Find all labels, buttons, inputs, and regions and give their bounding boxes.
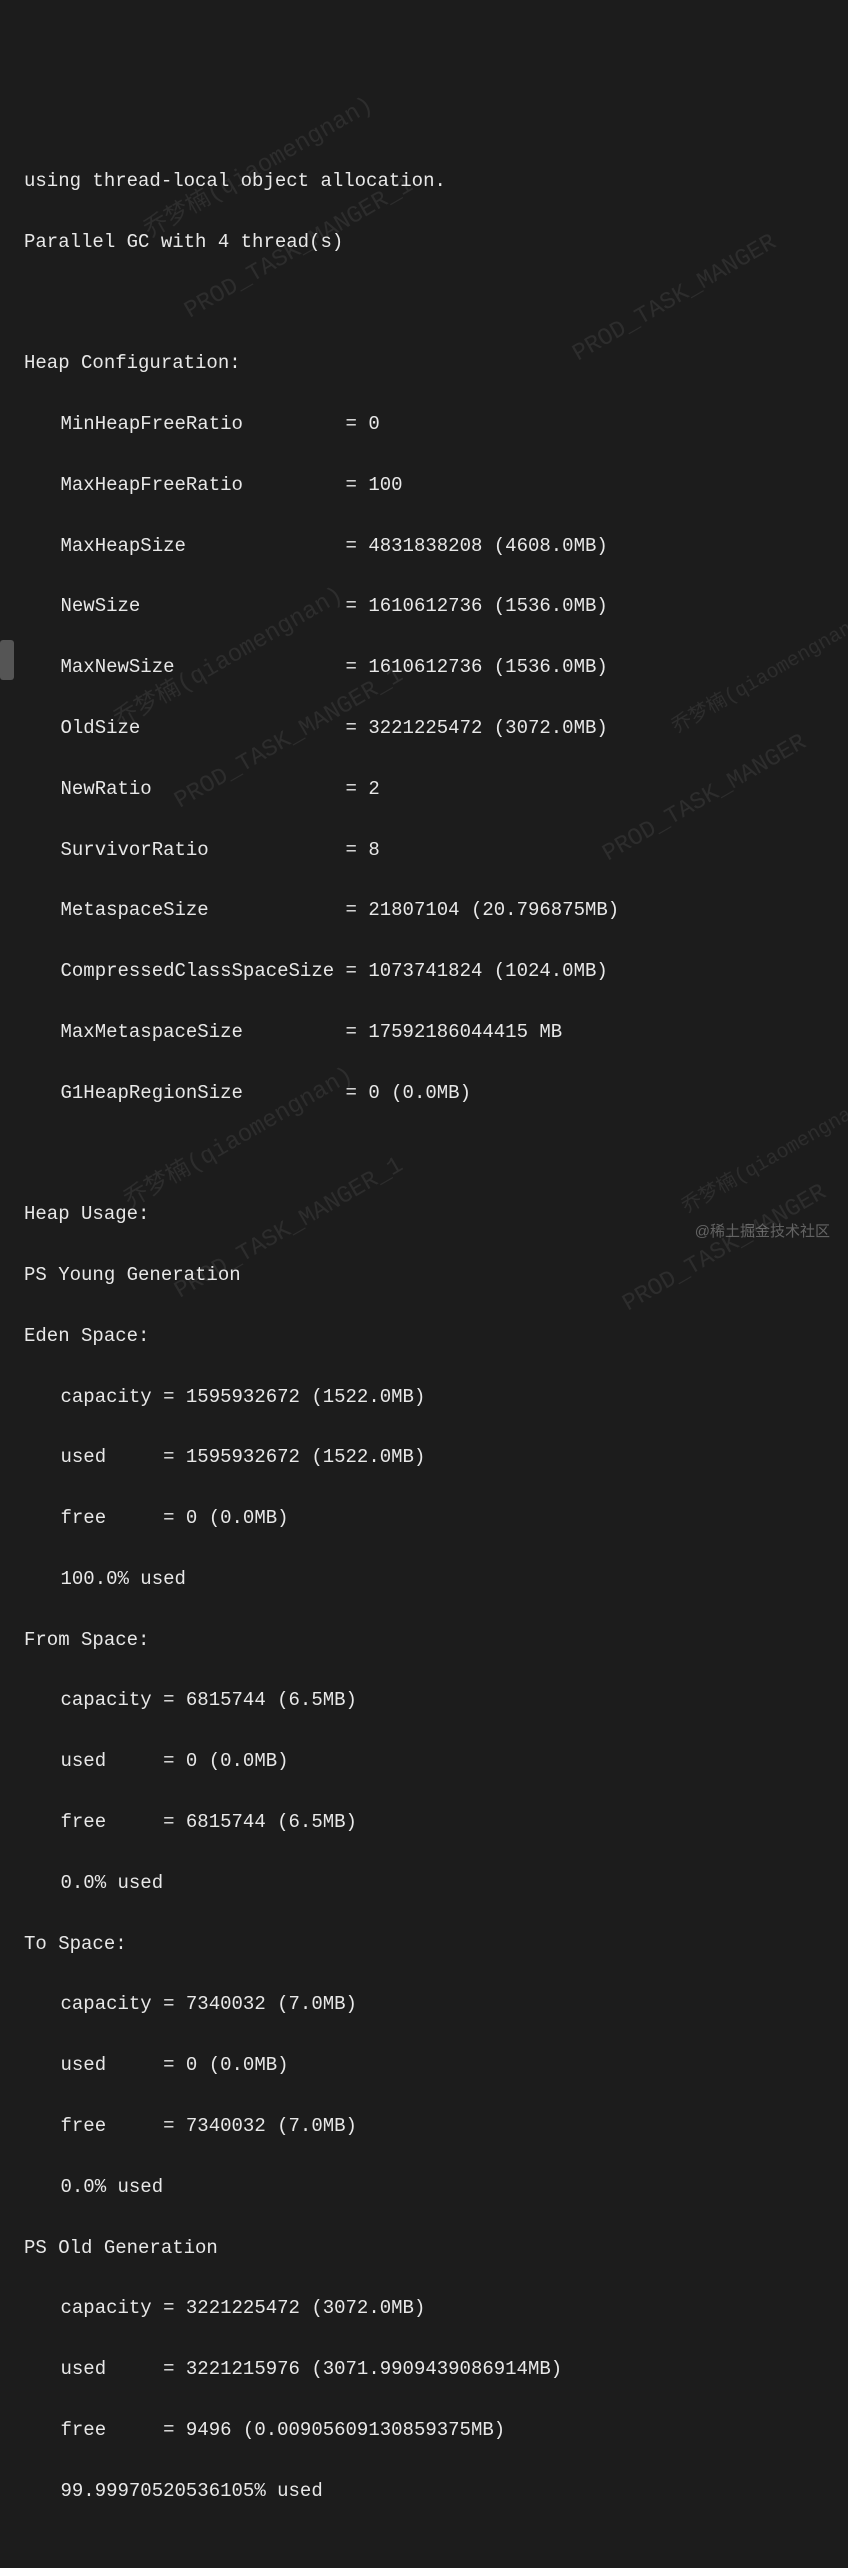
usage-pct: 0.0% used: [24, 1868, 824, 1898]
from-title: From Space:: [24, 1625, 824, 1655]
config-row: MetaspaceSize = 21807104 (20.796875MB): [24, 895, 824, 925]
config-row: G1HeapRegionSize = 0 (0.0MB): [24, 1078, 824, 1108]
eden-title: Eden Space:: [24, 1321, 824, 1351]
blank-line: [24, 288, 824, 318]
scrollbar-thumb[interactable]: [0, 640, 14, 680]
terminal-line: using thread-local object allocation.: [24, 166, 824, 196]
watermark-text: PROD_TASK_MANGER: [616, 1175, 835, 1323]
config-row: MaxHeapFreeRatio = 100: [24, 470, 824, 500]
usage-row: used = 3221215976 (3071.9909439086914MB): [24, 2354, 824, 2384]
terminal-line: Parallel GC with 4 thread(s): [24, 227, 824, 257]
usage-row: free = 6815744 (6.5MB): [24, 1807, 824, 1837]
attribution-text: @稀土掘金技术社区: [695, 1220, 830, 1244]
usage-row: used = 1595932672 (1522.0MB): [24, 1442, 824, 1472]
config-row: MaxNewSize = 1610612736 (1536.0MB): [24, 652, 824, 682]
usage-row: free = 0 (0.0MB): [24, 1503, 824, 1533]
config-row: OldSize = 3221225472 (3072.0MB): [24, 713, 824, 743]
blank-line: [24, 1138, 824, 1168]
to-title: To Space:: [24, 1929, 824, 1959]
config-row: MaxMetaspaceSize = 17592186044415 MB: [24, 1017, 824, 1047]
usage-row: free = 7340032 (7.0MB): [24, 2111, 824, 2141]
young-gen-title: PS Young Generation: [24, 1260, 824, 1290]
usage-row: capacity = 1595932672 (1522.0MB): [24, 1382, 824, 1412]
usage-pct: 100.0% used: [24, 1564, 824, 1594]
usage-row: used = 0 (0.0MB): [24, 2050, 824, 2080]
usage-pct: 99.99970520536105% used: [24, 2476, 824, 2506]
usage-row: capacity = 3221225472 (3072.0MB): [24, 2293, 824, 2323]
config-row: MinHeapFreeRatio = 0: [24, 409, 824, 439]
config-row: NewSize = 1610612736 (1536.0MB): [24, 591, 824, 621]
usage-pct: 0.0% used: [24, 2172, 824, 2202]
usage-row: capacity = 7340032 (7.0MB): [24, 1989, 824, 2019]
config-row: SurvivorRatio = 8: [24, 835, 824, 865]
usage-row: free = 9496 (0.00905609130859375MB): [24, 2415, 824, 2445]
config-row: NewRatio = 2: [24, 774, 824, 804]
config-row: MaxHeapSize = 4831838208 (4608.0MB): [24, 531, 824, 561]
blank-line: [24, 2536, 824, 2566]
old-gen-title: PS Old Generation: [24, 2233, 824, 2263]
heap-config-title: Heap Configuration:: [24, 348, 824, 378]
config-row: CompressedClassSpaceSize = 1073741824 (1…: [24, 956, 824, 986]
usage-row: used = 0 (0.0MB): [24, 1746, 824, 1776]
usage-row: capacity = 6815744 (6.5MB): [24, 1685, 824, 1715]
